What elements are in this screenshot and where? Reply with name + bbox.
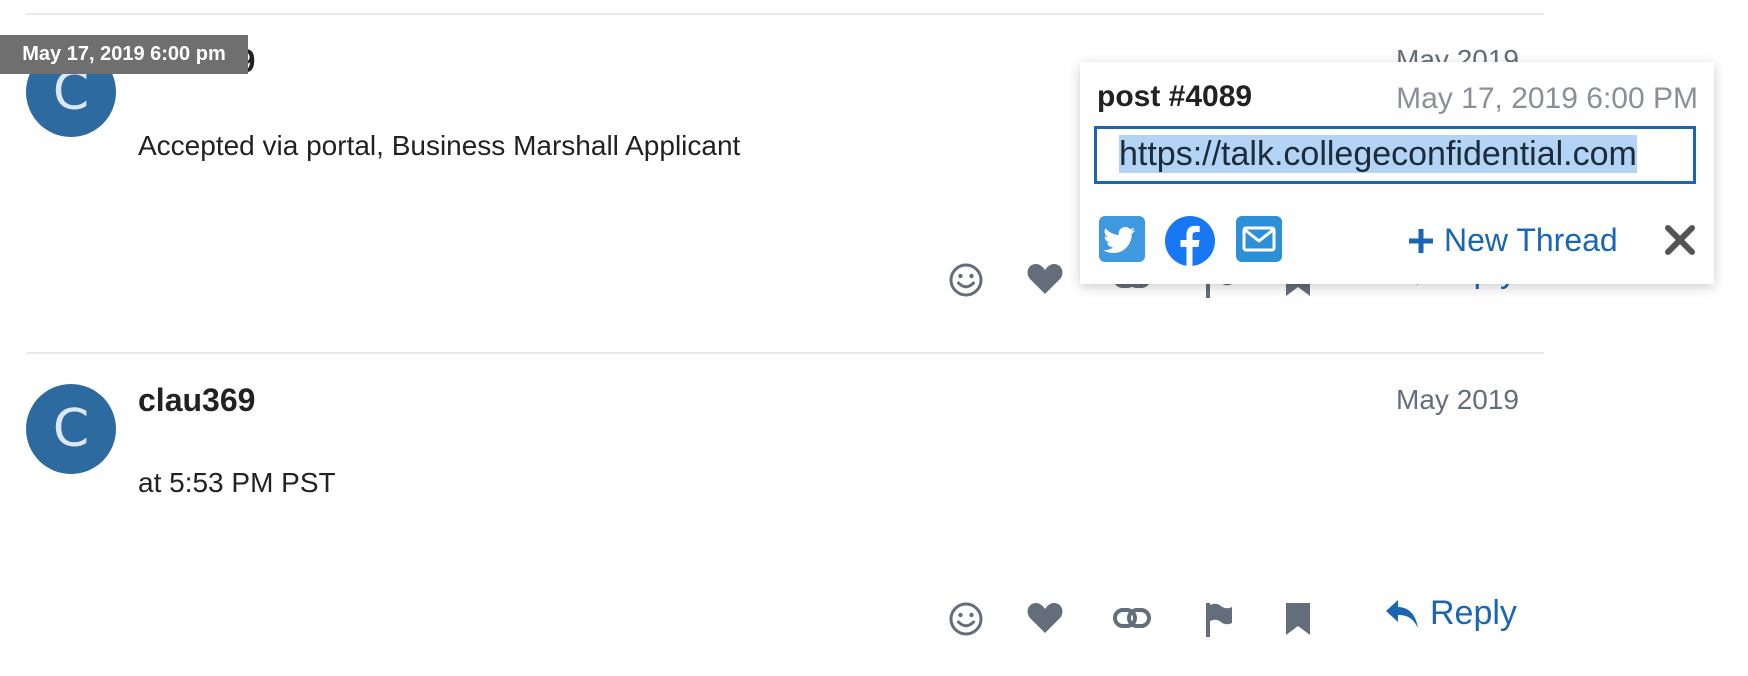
share-url-input[interactable]: https://talk.collegeconfidential.com [1094, 126, 1696, 184]
flag-icon[interactable] [1204, 601, 1234, 639]
heart-icon[interactable] [1026, 601, 1064, 635]
reply-arrow-icon [1386, 599, 1418, 628]
post-body: at 5:53 PM PST [138, 467, 336, 498]
plus-icon [1409, 228, 1433, 253]
email-icon[interactable] [1236, 216, 1282, 262]
post-divider [26, 352, 1544, 354]
close-icon[interactable] [1664, 224, 1696, 256]
reply-label: Reply [1430, 594, 1517, 632]
emoji-icon[interactable] [948, 601, 984, 637]
share-url-text: https://talk.collegeconfidential.com [1119, 135, 1637, 173]
post-date[interactable]: May 2019 [1396, 384, 1519, 416]
share-popup: post #4089 May 17, 2019 6:00 PM https://… [1080, 62, 1714, 284]
bookmark-icon[interactable] [1284, 601, 1312, 637]
share-post-date: May 17, 2019 6:00 PM [1396, 82, 1698, 115]
heart-icon[interactable] [1026, 262, 1064, 296]
post-username[interactable]: clau369 [138, 382, 255, 419]
emoji-icon[interactable] [948, 262, 984, 298]
facebook-icon[interactable] [1165, 216, 1215, 266]
post-body: Accepted via portal, Business Marshall A… [138, 130, 741, 161]
link-icon[interactable] [1112, 604, 1152, 632]
share-post-number: post #4089 [1097, 80, 1253, 113]
avatar[interactable]: C [26, 384, 116, 474]
twitter-icon[interactable] [1099, 216, 1145, 262]
reply-button[interactable]: Reply [1384, 594, 1517, 633]
date-tooltip: May 17, 2019 6:00 pm [0, 35, 248, 74]
post-divider [26, 13, 1544, 15]
new-thread-label: New Thread [1444, 222, 1618, 258]
new-thread-button[interactable]: New Thread [1408, 222, 1618, 259]
